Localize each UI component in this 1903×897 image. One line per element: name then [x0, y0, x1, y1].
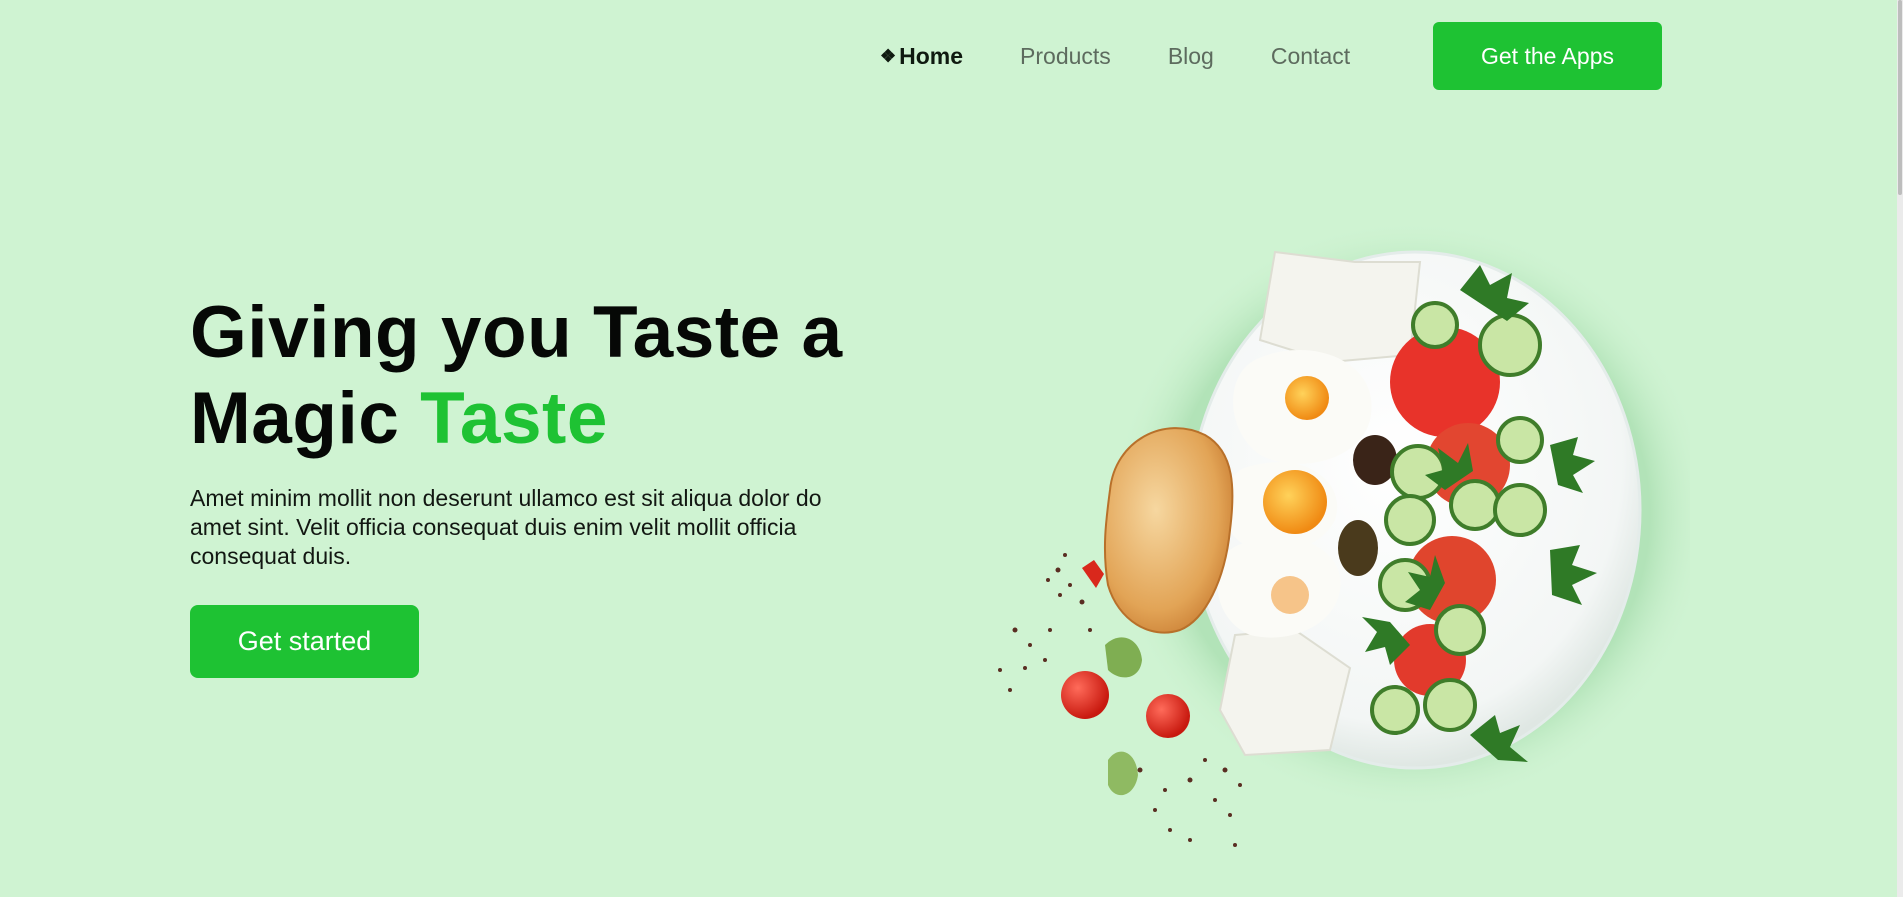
get-started-button[interactable]: Get started — [190, 605, 419, 678]
nav-link-blog[interactable]: Blog — [1168, 43, 1214, 70]
cherry-tomato-2 — [1146, 694, 1190, 738]
top-navigation: ❖ Home Products Blog Contact Get the App… — [880, 22, 1662, 90]
cheese-slice-top — [1258, 250, 1422, 364]
get-the-apps-button[interactable]: Get the Apps — [1433, 22, 1662, 90]
nav-link-products[interactable]: Products — [1020, 43, 1111, 70]
hero-description: Amet minim mollit non deserunt ullamco e… — [190, 485, 822, 569]
diamond-icon: ❖ — [880, 45, 897, 66]
egg-yolk-3 — [1271, 576, 1309, 614]
basil-leaf-2 — [1108, 751, 1138, 796]
hero-title-line1: Giving you Taste a — [190, 292, 843, 373]
page-scrollbar[interactable] — [1897, 0, 1903, 897]
egg-yolk-2 — [1263, 470, 1327, 534]
tomato-piece — [1082, 560, 1104, 588]
scrollbar-thumb[interactable] — [1898, 0, 1902, 195]
hero-food-image — [998, 220, 1690, 847]
basil-leaf-1 — [1105, 637, 1142, 678]
nav-link-home[interactable]: ❖ Home — [880, 43, 963, 70]
hero-title-line2-plain: Magic — [190, 378, 421, 459]
cherry-tomato-1 — [1061, 671, 1109, 719]
olive-2 — [1338, 520, 1378, 576]
hero-section: Giving you Taste a Magic Taste Amet mini… — [190, 290, 870, 678]
olive-1 — [1353, 435, 1397, 485]
nav-link-home-label: Home — [899, 42, 964, 69]
nav-link-contact[interactable]: Contact — [1271, 43, 1350, 70]
hero-title: Giving you Taste a Magic Taste — [190, 290, 870, 462]
hero-title-accent: Taste — [420, 378, 608, 459]
egg-yolk-1 — [1285, 376, 1329, 420]
